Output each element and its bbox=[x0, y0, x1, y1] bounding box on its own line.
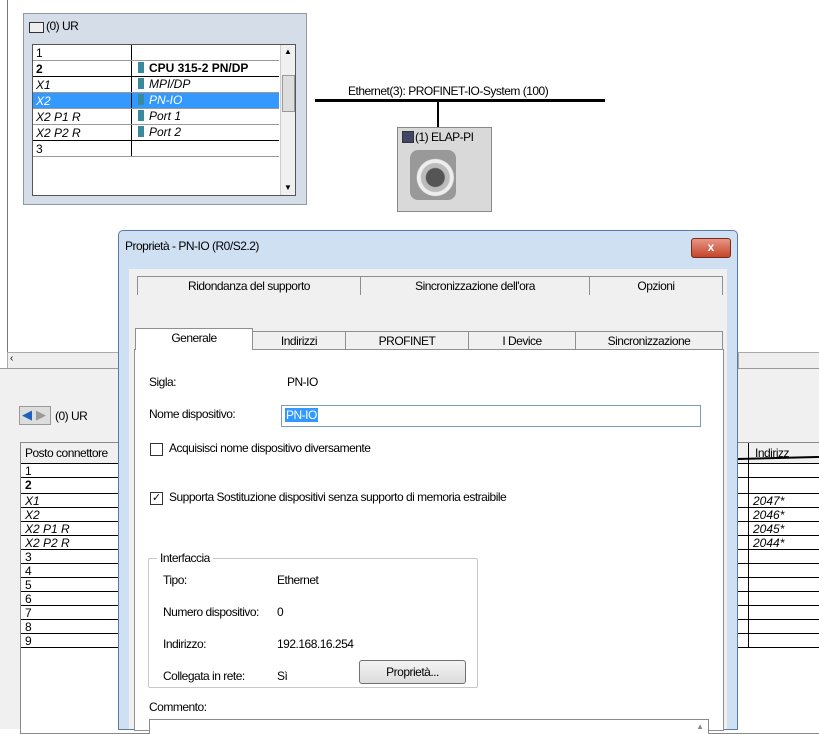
ethernet-line[interactable] bbox=[315, 99, 605, 102]
nome-dispositivo-label: Nome dispositivo: bbox=[149, 407, 236, 421]
dialog-client: Ridondanza del supporto Sincronizzazione… bbox=[129, 269, 727, 734]
acquisisci-label: Acquisisci nome dispositivo diversamente bbox=[169, 441, 371, 455]
rack-row[interactable]: X1 MPI/DP bbox=[33, 77, 279, 93]
tab-ridondanza[interactable]: Ridondanza del supporto bbox=[137, 276, 361, 295]
interfaccia-title: Interfaccia bbox=[157, 551, 213, 565]
rack-table[interactable]: 1 2 CPU 315-2 PN/DP X1 MPI/DP X2 PN-IO X2 P… bbox=[32, 44, 296, 196]
network-label: Ethernet(3): PROFINET-IO-System (100) bbox=[348, 84, 549, 98]
cpu-module-icon bbox=[138, 62, 144, 73]
scroll-up-icon[interactable]: ▲ bbox=[284, 47, 292, 56]
horizontal-scrollbar[interactable]: ‹ bbox=[7, 352, 134, 369]
scroll-down-icon[interactable]: ▼ bbox=[284, 183, 292, 192]
supporta-checkbox[interactable]: ✓ bbox=[150, 492, 163, 505]
left-splitter-line bbox=[7, 0, 8, 360]
rack-row[interactable]: 2 CPU 315-2 PN/DP bbox=[33, 61, 279, 77]
nome-dispositivo-value: PN-IO bbox=[285, 408, 318, 422]
tipo-value: Ethernet bbox=[277, 573, 319, 587]
rack-row[interactable]: 1 bbox=[33, 45, 279, 61]
sigla-label: Sigla: bbox=[149, 375, 177, 389]
horizontal-scrollbar-right[interactable] bbox=[738, 352, 819, 369]
supporta-label: Supporta Sostituzione dispositivi senza … bbox=[169, 490, 507, 504]
rete-value: Sì bbox=[277, 669, 288, 683]
scroll-up-icon[interactable]: ▲ bbox=[696, 722, 704, 731]
tab-profinet[interactable]: PROFINET bbox=[345, 331, 469, 350]
rack-row[interactable]: X2 P2 R Port 2 bbox=[33, 125, 279, 141]
tab-indirizzi[interactable]: Indirizzi bbox=[252, 331, 346, 350]
tab-opzioni[interactable]: Opzioni bbox=[589, 276, 723, 295]
numero-value: 0 bbox=[277, 605, 284, 619]
numero-label: Numero dispositivo: bbox=[163, 605, 259, 619]
dialog-title: Proprietà - PN-IO (R0/S2.2) bbox=[125, 239, 259, 253]
device-label: (1) ELAP-PI bbox=[415, 130, 474, 144]
indirizzo-label: Indirizzo: bbox=[163, 637, 207, 651]
port-icon bbox=[138, 126, 144, 137]
rack-title: (0) UR bbox=[46, 19, 79, 33]
interface-icon bbox=[138, 78, 144, 89]
rete-label: Collegata in rete: bbox=[163, 669, 245, 683]
tab-sincronizzazione[interactable]: Sincronizzazione bbox=[575, 331, 723, 350]
indirizzo-value: 192.168.16.254 bbox=[277, 637, 354, 651]
rack-icon bbox=[29, 22, 44, 33]
detail-rack-title: (0) UR bbox=[55, 409, 88, 423]
tab-sincronizzazione-ora[interactable]: Sincronizzazione dell'ora bbox=[360, 276, 590, 295]
tipo-label: Tipo: bbox=[163, 573, 187, 587]
rack-scrollbar[interactable]: ▲ ▼ bbox=[280, 45, 295, 195]
scroll-left-icon[interactable]: ‹ bbox=[10, 353, 13, 364]
ethernet-drop-line bbox=[437, 102, 439, 128]
properties-dialog: Proprietà - PN-IO (R0/S2.2) x Ridondanza… bbox=[118, 230, 738, 734]
back-arrow-icon[interactable]: ◀ bbox=[22, 407, 32, 423]
forward-arrow-icon[interactable]: ▶ bbox=[36, 407, 46, 423]
close-button[interactable]: x bbox=[691, 238, 731, 258]
acquisisci-checkbox[interactable] bbox=[150, 443, 163, 456]
rack-row[interactable]: 3 bbox=[33, 141, 279, 157]
nome-dispositivo-input[interactable]: PN-IO bbox=[281, 405, 701, 427]
port-icon bbox=[138, 110, 144, 121]
tab-page-generale: Sigla: PN-IO Nome dispositivo: PN-IO Acq… bbox=[134, 349, 724, 734]
interfaccia-group: Interfaccia Tipo: Ethernet Numero dispos… bbox=[148, 551, 478, 688]
interface-icon bbox=[138, 94, 144, 105]
rack-window: (0) UR 1 2 CPU 315-2 PN/DP X1 MPI/DP X2 PN-… bbox=[23, 13, 307, 205]
commento-textarea[interactable]: ▲ bbox=[149, 719, 709, 734]
encoder-image bbox=[410, 150, 456, 200]
scroll-thumb[interactable] bbox=[282, 75, 295, 112]
rack-row-selected[interactable]: X2 PN-IO bbox=[33, 93, 279, 109]
nav-arrows[interactable]: ◀ ▶ bbox=[19, 406, 51, 425]
device-box[interactable]: (1) ELAP-PI bbox=[397, 127, 492, 212]
rack-row[interactable]: X2 P1 R Port 1 bbox=[33, 109, 279, 125]
sigla-value: PN-IO bbox=[287, 375, 318, 389]
commento-label: Commento: bbox=[149, 700, 207, 714]
tab-i-device[interactable]: I Device bbox=[468, 331, 576, 350]
device-icon bbox=[402, 131, 414, 143]
tab-generale[interactable]: Generale bbox=[135, 328, 253, 350]
proprieta-button[interactable]: Proprietà... bbox=[359, 660, 466, 684]
